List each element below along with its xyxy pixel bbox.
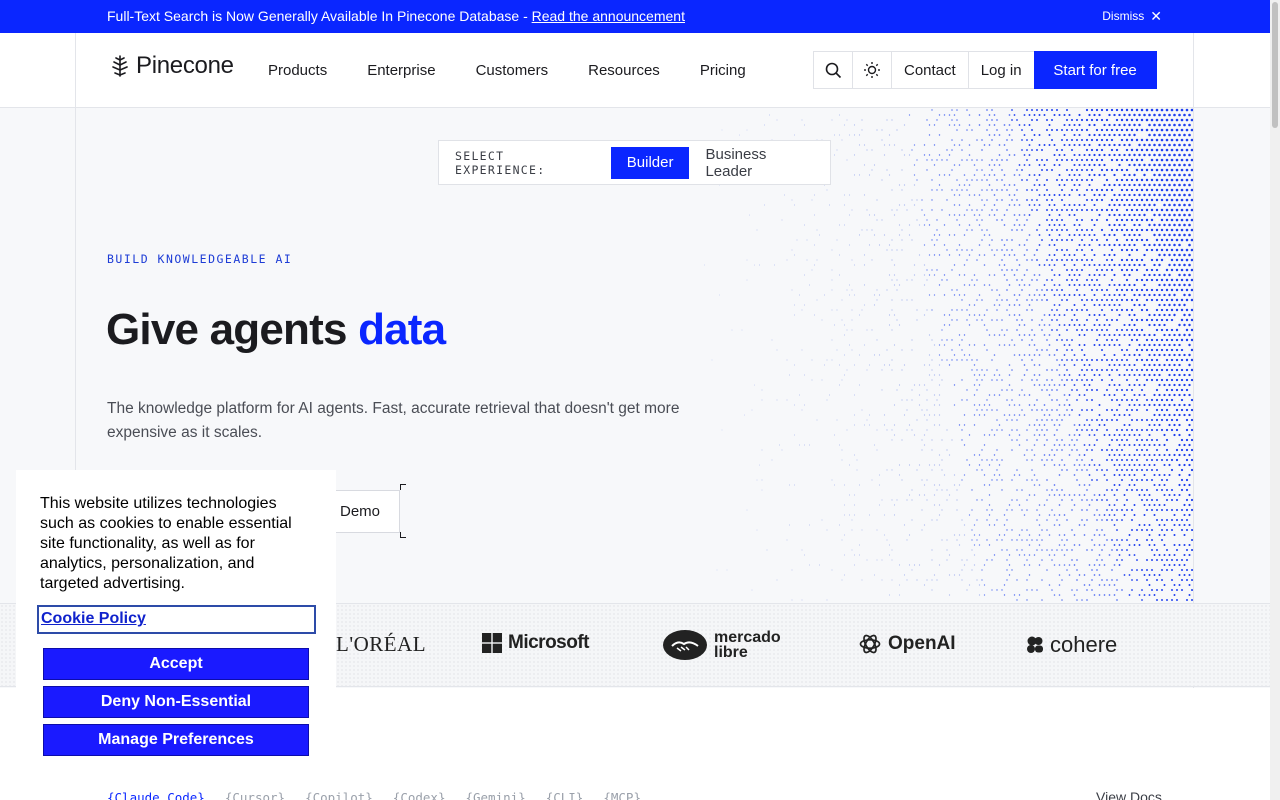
nav-item-customers[interactable]: Customers: [476, 62, 549, 79]
code-tabs: {Claude Code} {Cursor} {Copilot} {Codex}…: [107, 790, 641, 800]
hero-eyebrow: BUILD KNOWLEDGEABLE AI: [107, 252, 293, 266]
hero-headline: Give agents data: [106, 305, 446, 355]
cohere-icon: [1027, 636, 1043, 653]
theme-toggle-button[interactable]: [852, 51, 891, 89]
announcement-link[interactable]: Read the announcement: [532, 8, 685, 24]
logo-openai-text: OpenAI: [888, 633, 956, 654]
nav-item-enterprise[interactable]: Enterprise: [367, 62, 435, 79]
nav-item-products[interactable]: Products: [268, 62, 327, 79]
tab-gemini[interactable]: {Gemini}: [465, 790, 525, 800]
header-actions: Contact Log in Start for free: [813, 51, 1157, 89]
logo-openai: OpenAI: [858, 632, 956, 656]
logo-cohere: cohere: [1026, 632, 1117, 658]
deny-non-essential-button[interactable]: Deny Non-Essential: [43, 686, 309, 718]
search-button[interactable]: [813, 51, 852, 89]
pinecone-logo-icon: [112, 55, 128, 77]
page-scrollbar[interactable]: [1270, 0, 1280, 800]
nav-item-pricing[interactable]: Pricing: [700, 62, 746, 79]
dismiss-button[interactable]: Dismiss ✕: [1102, 9, 1162, 23]
main-nav: Products Enterprise Customers Resources …: [268, 62, 746, 79]
view-docs-link[interactable]: View Docs: [1096, 789, 1162, 800]
tab-codex[interactable]: {Codex}: [393, 790, 446, 800]
accept-button[interactable]: Accept: [43, 648, 309, 680]
tab-mcp[interactable]: {MCP}: [603, 790, 641, 800]
sun-icon: [864, 62, 880, 78]
cookie-text: This website utilizes technologies such …: [40, 495, 292, 592]
contact-button[interactable]: Contact: [891, 51, 968, 89]
announcement-bar: Full-Text Search is Now Generally Availa…: [0, 0, 1280, 33]
start-free-button[interactable]: Start for free: [1033, 51, 1157, 89]
logo-loreal: L'ORÉAL: [336, 632, 426, 657]
tab-claude-code[interactable]: {Claude Code}: [107, 790, 205, 800]
handshake-icon: [663, 630, 707, 660]
logo-microsoft-text: Microsoft: [508, 632, 590, 653]
headline-accent: data: [358, 305, 446, 354]
dismiss-label: Dismiss: [1102, 9, 1145, 23]
logo-microsoft: Microsoft: [482, 632, 590, 654]
logo-mercado-libre-text: mercado libre: [714, 629, 781, 661]
close-icon: ✕: [1150, 8, 1162, 24]
brand-logo[interactable]: Pinecone: [108, 52, 234, 80]
microsoft-icon: [482, 633, 502, 653]
corner-mark: [400, 484, 406, 490]
scrollbar-thumb[interactable]: [1272, 2, 1278, 128]
logo-cohere-text: cohere: [1050, 632, 1118, 657]
experience-option-builder[interactable]: Builder: [610, 146, 690, 179]
cookie-policy-link[interactable]: Cookie Policy: [37, 605, 316, 634]
tab-copilot[interactable]: {Copilot}: [305, 790, 373, 800]
login-button[interactable]: Log in: [967, 51, 1034, 89]
hero-subcopy: The knowledge platform for AI agents. Fa…: [107, 400, 680, 441]
experience-label: SELECT EXPERIENCE:: [455, 148, 546, 177]
tab-cli[interactable]: {CLI}: [546, 790, 584, 800]
manage-preferences-button[interactable]: Manage Preferences: [43, 724, 309, 756]
cookie-banner: This website utilizes technologies such …: [16, 470, 336, 786]
corner-mark: [400, 532, 406, 538]
logo-loreal-text: L'ORÉAL: [336, 632, 427, 656]
brand-name: Pinecone: [136, 52, 234, 79]
site-header: Pinecone Products Enterprise Customers R…: [0, 33, 1270, 108]
experience-selector: SELECT EXPERIENCE: Builder Business Lead…: [438, 140, 831, 185]
experience-option-business-leader[interactable]: Business Leader: [689, 146, 830, 180]
headline-plain: Give agents: [106, 305, 359, 354]
announcement-message: Full-Text Search is Now Generally Availa…: [107, 8, 685, 24]
search-icon: [825, 62, 841, 78]
logo-mercado-libre: mercado libre: [662, 629, 781, 661]
openai-icon: [859, 634, 881, 654]
tab-cursor[interactable]: {Cursor}: [225, 790, 285, 800]
nav-item-resources[interactable]: Resources: [588, 62, 660, 79]
announcement-text: Full-Text Search is Now Generally Availa…: [107, 8, 532, 24]
demo-button-label: Demo: [339, 503, 380, 520]
